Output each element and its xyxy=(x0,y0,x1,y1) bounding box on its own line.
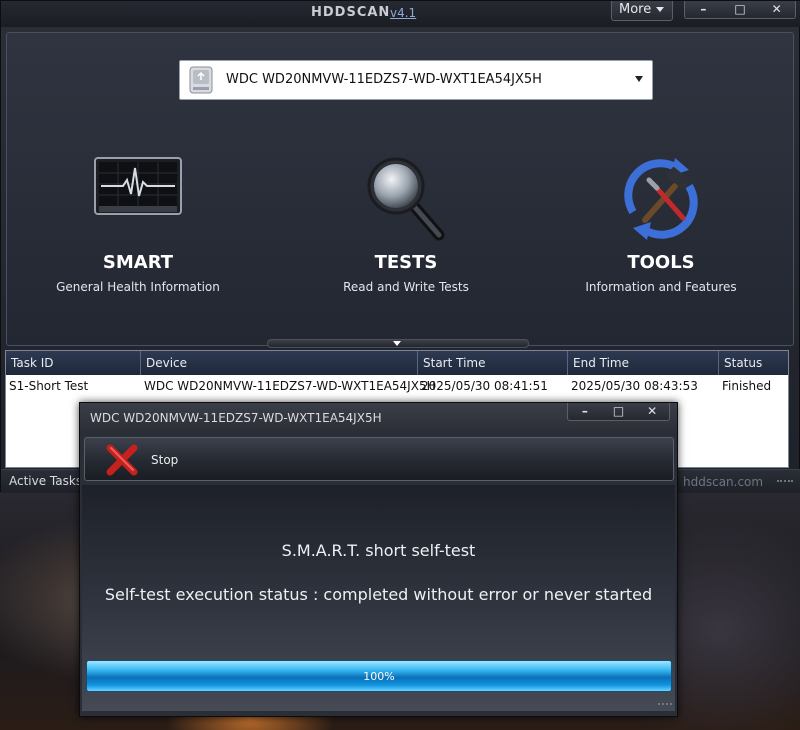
dialog-title-bar[interactable]: WDC WD20NMVW-11EDZS7-WD-WXT1EA54JX5H – □… xyxy=(80,403,677,433)
test-name-text: S.M.A.R.T. short self-test xyxy=(281,541,476,560)
tools-subtitle: Information and Features xyxy=(585,280,737,294)
test-status-text: Self-test execution status : completed w… xyxy=(104,585,653,604)
resize-grip-icon[interactable] xyxy=(777,480,793,490)
self-test-dialog: WDC WD20NMVW-11EDZS7-WD-WXT1EA54JX5H – □… xyxy=(79,402,678,717)
task-id-cell: S1-Short Test xyxy=(9,379,89,393)
minimize-button[interactable]: – xyxy=(685,1,722,18)
smart-title: SMART xyxy=(102,252,174,273)
app-title: HDDSCAN xyxy=(311,5,391,20)
tests-button[interactable]: TESTS Read and Write Tests xyxy=(276,153,536,294)
dialog-close-button[interactable]: ✕ xyxy=(635,403,669,420)
tools-hammer-icon xyxy=(624,158,698,240)
more-button[interactable]: More xyxy=(611,1,673,21)
dialog-body: S.M.A.R.T. short self-test Self-test exe… xyxy=(82,485,675,711)
column-header[interactable]: Task ID xyxy=(6,351,141,375)
smart-button[interactable]: SMART General Health Information xyxy=(8,156,268,294)
device-cell: WDC WD20NMVW-11EDZS7-WD-WXT1EA54JX5H xyxy=(144,379,436,393)
dialog-window-controls: – □ ✕ xyxy=(567,403,670,421)
table-header: Task ID Device Start Time End Time Statu… xyxy=(6,351,788,375)
chevron-down-icon xyxy=(635,76,643,82)
start-time-cell: 2025/05/30 08:41:51 xyxy=(421,379,548,393)
maximize-button[interactable]: □ xyxy=(722,1,759,18)
dialog-minimize-button[interactable]: – xyxy=(568,403,602,420)
drive-select-value: WDC WD20NMVW-11EDZS7-WD-WXT1EA54JX5H xyxy=(226,72,542,87)
dialog-maximize-button[interactable]: □ xyxy=(602,403,636,420)
column-header[interactable]: Device xyxy=(141,351,418,375)
monitor-heartbeat-icon xyxy=(94,157,182,215)
stop-button-label: Stop xyxy=(151,453,179,467)
end-time-cell: 2025/05/30 08:43:53 xyxy=(571,379,698,393)
chevron-down-icon xyxy=(656,7,664,12)
dialog-title: WDC WD20NMVW-11EDZS7-WD-WXT1EA54JX5H xyxy=(90,411,382,425)
column-header[interactable]: Start Time xyxy=(418,351,568,375)
magnifier-icon xyxy=(367,157,445,241)
table-row[interactable]: S1-Short Test WDC WD20NMVW-11EDZS7-WD-WX… xyxy=(6,375,788,397)
smart-subtitle: General Health Information xyxy=(56,280,220,294)
tools-button[interactable]: TOOLS Information and Features xyxy=(531,156,791,294)
title-bar[interactable]: HDDSCAN v4.1 More – □ ✕ xyxy=(1,1,800,27)
resize-grip-icon[interactable] xyxy=(658,703,672,713)
progress-percent: 100% xyxy=(363,670,395,683)
tests-subtitle: Read and Write Tests xyxy=(343,280,469,294)
drive-select[interactable]: WDC WD20NMVW-11EDZS7-WD-WXT1EA54JX5H xyxy=(179,60,653,100)
close-button[interactable]: ✕ xyxy=(758,1,795,18)
active-tasks-label[interactable]: Active Tasks xyxy=(9,474,82,488)
tests-title: TESTS xyxy=(374,252,438,273)
tools-title: TOOLS xyxy=(627,252,695,273)
website-link[interactable]: hddscan.com xyxy=(683,475,763,489)
caret-down-icon[interactable] xyxy=(393,341,401,346)
column-header[interactable]: End Time xyxy=(568,351,719,375)
stop-x-icon xyxy=(106,444,138,476)
status-cell: Finished xyxy=(722,379,772,393)
dialog-toolbar: Stop xyxy=(84,437,674,481)
drive-icon xyxy=(189,66,213,94)
column-header[interactable]: Status xyxy=(719,351,788,375)
progress-bar: 100% xyxy=(86,660,672,692)
version-link[interactable]: v4.1 xyxy=(390,6,416,20)
window-controls: – □ ✕ xyxy=(684,1,796,19)
more-button-label: More xyxy=(619,2,652,17)
